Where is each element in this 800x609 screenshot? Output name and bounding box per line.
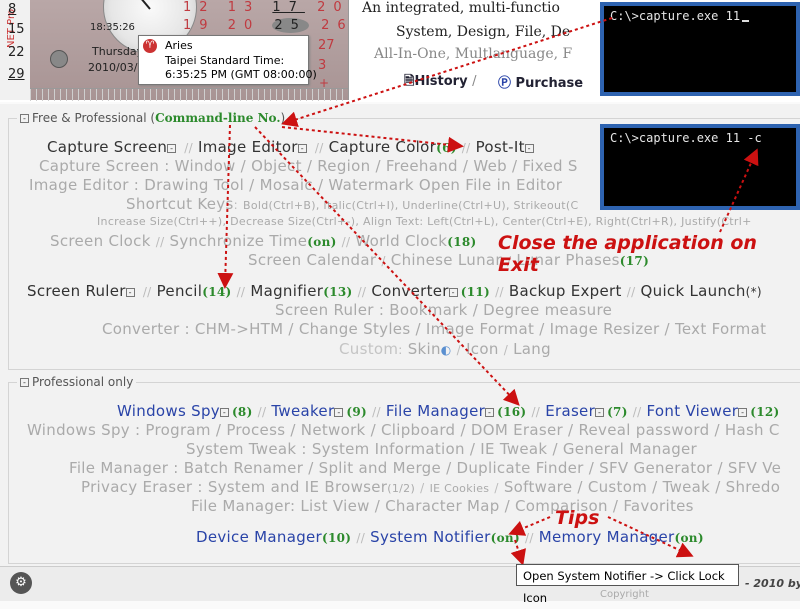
annotation-arrows bbox=[217, 17, 759, 566]
tip-tooltip: Open System Notifier -> Click Lock Icon bbox=[516, 564, 739, 605]
arrow-tip-1 bbox=[508, 516, 551, 536]
footer-copyright-label: Copyright bbox=[600, 589, 649, 600]
arrow-capture-color bbox=[281, 126, 464, 153]
footer-copyright: - 2010 by bbox=[745, 577, 800, 590]
arrow-cmd bbox=[281, 17, 613, 127]
arrow-close bbox=[719, 148, 759, 233]
app-logo-icon[interactable]: ⚙ bbox=[10, 572, 32, 594]
arrow-tip-3 bbox=[607, 516, 694, 558]
arrow-file-manager bbox=[254, 126, 520, 406]
arrow-pencil bbox=[217, 124, 234, 289]
arrow-tip-2 bbox=[510, 539, 526, 566]
